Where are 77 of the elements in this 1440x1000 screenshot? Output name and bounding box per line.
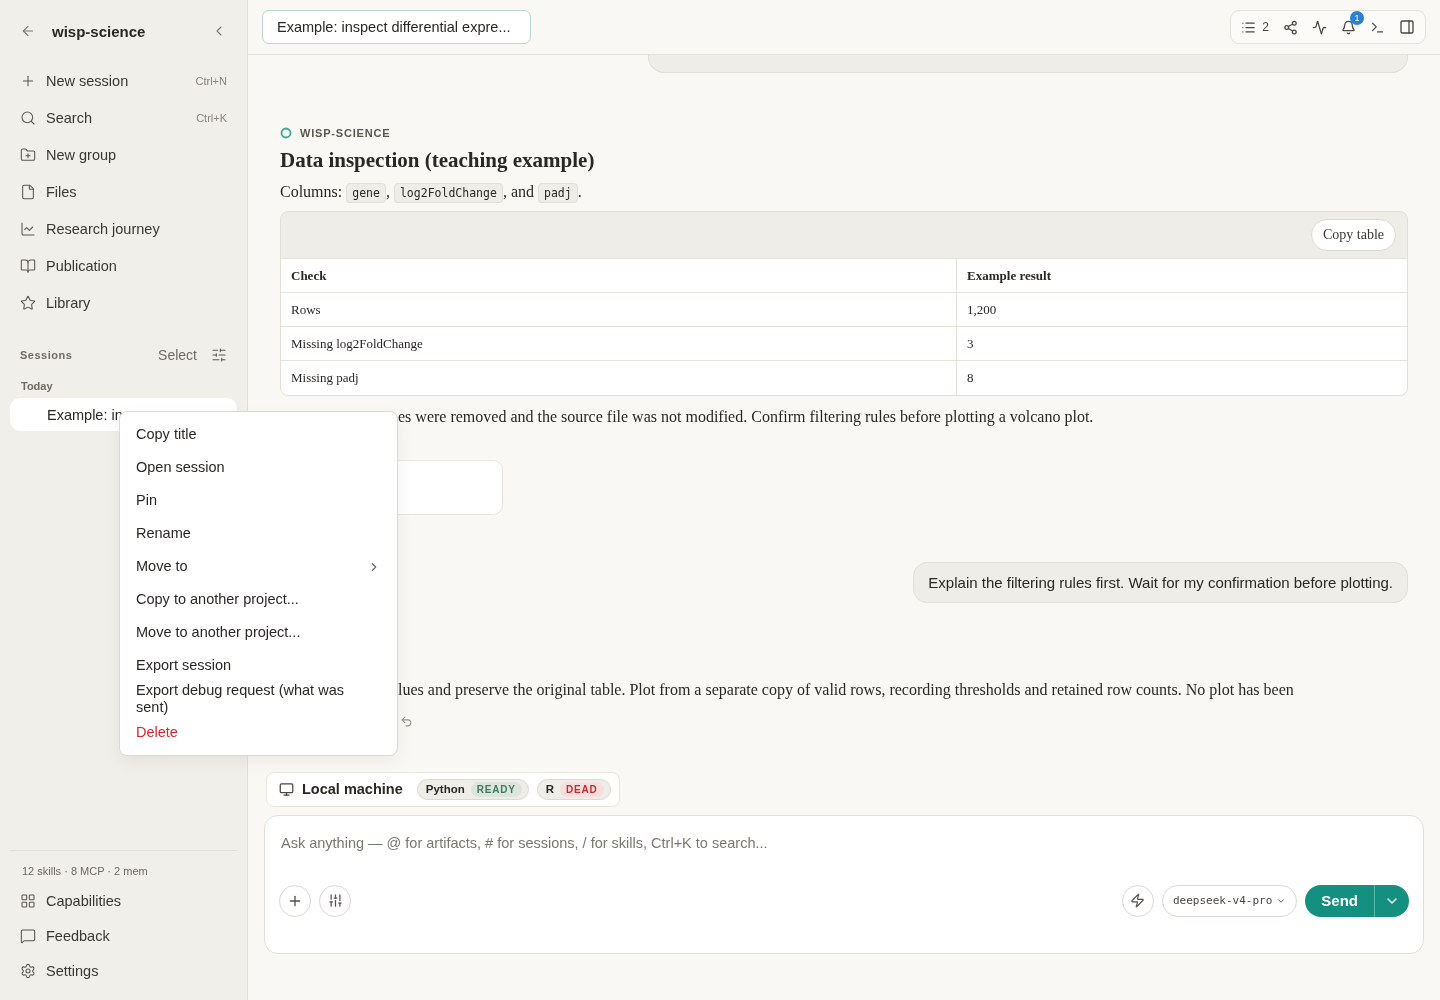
menu-item[interactable]: Copy to another project...	[120, 583, 397, 616]
quick-button[interactable]	[1121, 884, 1154, 917]
tools-button[interactable]	[319, 884, 351, 917]
agent-name: WISP-SCIENCE	[300, 127, 391, 139]
monitor-icon	[279, 781, 294, 797]
line-chart-icon	[20, 220, 36, 237]
model-selector[interactable]: deepseek-v4-pro	[1161, 884, 1298, 917]
table-cell: 1,200	[956, 292, 1407, 327]
columns-text: Columns: gene , log2FoldChange , and padj .	[280, 183, 1408, 201]
footer-item[interactable]: Settings	[10, 953, 237, 988]
logo-icon	[280, 127, 292, 139]
table-cell: Rows	[281, 292, 957, 327]
table-cell: 3	[956, 326, 1407, 361]
copy-table-button[interactable]: Copy table	[1310, 219, 1396, 251]
list-icon	[1241, 19, 1257, 35]
undo-icon[interactable]	[400, 714, 413, 728]
group-heading: Today	[20, 380, 54, 392]
nav-item[interactable]: Search Ctrl+K	[10, 99, 237, 136]
message-text: es were removed and the source file was not modified. Confirm filtering rules before plotting a volcano plot.	[398, 407, 1095, 426]
menu-item[interactable]: Open session	[120, 451, 397, 484]
column-header: Example result	[956, 258, 1407, 293]
host-name: Local machine	[302, 781, 403, 797]
status-badge: DEAD	[560, 781, 604, 797]
menu-item[interactable]: Move to another project...	[120, 616, 397, 649]
grid-icon	[20, 892, 36, 909]
sliders-icon	[327, 893, 343, 908]
column-header: Check	[281, 258, 957, 293]
shortcut-hint: Ctrl+N	[195, 74, 227, 87]
panel-button[interactable]	[1399, 19, 1415, 35]
session-tab[interactable]: Example: inspect differential expre...	[262, 10, 532, 44]
book-icon	[20, 257, 36, 274]
user-message: Explain the filtering rules first. Wait for my confirmation before plotting.	[913, 561, 1408, 603]
message-text: lues and preserve the original table. Plot from a separate copy of valid rows, recording thresholds and retained row counts. No plot has been	[398, 680, 1295, 699]
message-input[interactable]: Ask anything — @ for artifacts, # for sessions, / for skills, Ctrl+K to search...	[279, 833, 1409, 852]
share-button[interactable]	[1283, 19, 1298, 35]
stats-text: 12 skills · 8 MCP · 2 mem	[10, 850, 237, 883]
nav-item[interactable]: Publication	[10, 247, 237, 284]
activity-button[interactable]	[1312, 19, 1327, 35]
lightning-icon	[1130, 893, 1146, 908]
menu-item[interactable]: Delete	[120, 716, 397, 749]
filter-icon[interactable]	[211, 347, 227, 363]
message-title: Data inspection (teaching example)	[280, 148, 596, 173]
nav-item[interactable]: New session Ctrl+N	[10, 62, 237, 99]
menu-item[interactable]: Move to	[120, 550, 397, 583]
search-icon	[20, 109, 36, 126]
table-cell: Missing padj	[281, 360, 957, 395]
project-title: wisp-science	[52, 22, 147, 40]
message-icon	[20, 927, 36, 944]
footer-item[interactable]: Feedback	[10, 918, 237, 953]
list-button[interactable]: 2	[1241, 19, 1269, 35]
folder-plus-icon	[20, 146, 36, 163]
kernel-chip: Python READY	[416, 778, 529, 800]
status-badge: READY	[470, 781, 522, 797]
star-icon	[20, 294, 36, 311]
nav-item[interactable]: Research journey	[10, 210, 237, 247]
section-heading: Sessions	[20, 349, 73, 361]
notification-badge: 1	[1350, 10, 1364, 25]
menu-item[interactable]: Pin	[120, 484, 397, 517]
file-icon	[20, 183, 36, 200]
nav-item[interactable]: Files	[10, 173, 237, 210]
kernel-chip: R DEAD	[536, 778, 611, 800]
menu-item[interactable]: Rename	[120, 517, 397, 550]
menu-item[interactable]: Copy title	[120, 418, 397, 451]
table-cell: 8	[956, 360, 1407, 395]
shortcut-hint: Ctrl+K	[196, 111, 227, 124]
add-button[interactable]	[279, 884, 311, 917]
back-icon[interactable]	[20, 23, 36, 39]
terminal-button[interactable]	[1370, 19, 1385, 35]
select-button[interactable]: Select	[158, 347, 211, 363]
table-cell: Missing log2FoldChange	[281, 326, 957, 361]
nav-item[interactable]: Library	[10, 284, 237, 321]
menu-item[interactable]: Export debug request (what was sent)	[120, 682, 397, 716]
footer-item[interactable]: Capabilities	[10, 883, 237, 918]
settings-icon	[20, 962, 36, 979]
notifications-button[interactable]	[1341, 19, 1356, 35]
nav-item[interactable]: New group	[10, 136, 237, 173]
menu-item[interactable]: Export session	[120, 649, 397, 682]
